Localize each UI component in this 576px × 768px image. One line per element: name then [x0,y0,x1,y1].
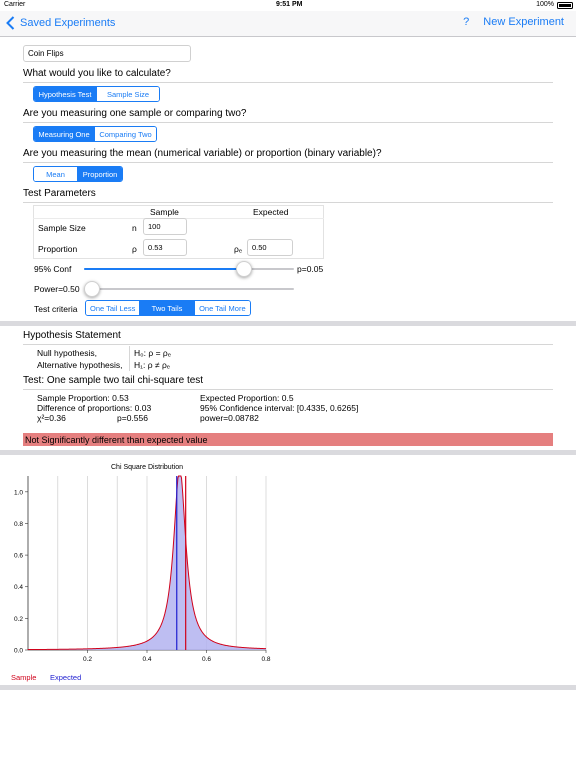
experiment-name-field[interactable]: Coin Flips [23,45,191,62]
n-symbol: n [132,223,137,233]
chi-square-result: χ²=0.36 [37,413,66,423]
y-tick-label: 0.2 [14,616,23,623]
back-button[interactable]: Saved Experiments [6,16,115,30]
power-result: power=0.08782 [200,413,259,423]
sample-size-segment[interactable]: Sample Size [97,87,159,101]
mean-proportion-segmented-control: Mean Proportion [33,166,123,182]
p-value-result: p=0.556 [117,413,148,423]
back-button-label: Saved Experiments [20,17,116,29]
x-tick-label: 0.8 [261,656,270,663]
slider-fill [84,268,244,270]
confidence-slider[interactable] [84,260,294,278]
expected-proportion-input[interactable]: 0.50 [247,239,293,256]
slider-thumb[interactable] [235,261,252,277]
one-tail-less-segment[interactable]: One Tail Less [86,301,141,315]
clock: 9:51 PM [276,1,303,8]
test-parameters-title: Test Parameters [23,188,96,199]
one-tail-more-segment[interactable]: One Tail More [194,301,250,315]
null-hypothesis-label: Null hypothesis, [37,348,98,358]
sample-proportion-input[interactable]: 0.53 [143,239,187,256]
y-tick-label: 0.0 [14,648,23,655]
power-label: Power=0.50 [34,284,80,294]
x-tick-label: 0.4 [142,656,151,663]
confidence-label: 95% Conf [34,264,72,274]
y-tick-label: 0.4 [14,584,23,591]
power-slider[interactable] [84,280,294,298]
status-bar: Carrier 9:51 PM 100% [0,0,576,11]
sample-size-label: Sample Size [38,223,86,233]
null-hypothesis-value: H₀: ρ = ρₑ [134,348,171,358]
rho-expected-symbol: ρₑ [234,244,242,254]
x-tick-label: 0.6 [202,656,211,663]
sample-proportion-result: Sample Proportion: 0.53 [37,393,129,403]
y-tick-label: 0.8 [14,521,23,528]
proportion-segment[interactable]: Proportion [78,167,122,181]
two-tails-segment[interactable]: Two Tails [140,301,195,315]
result-banner: Not Significantly different than expecte… [23,433,553,446]
expected-proportion-result: Expected Proportion: 0.5 [200,393,294,403]
chevron-left-icon [6,16,15,30]
comparing-two-segment[interactable]: Comparing Two [95,127,156,141]
test-criteria-segmented-control: One Tail Less Two Tails One Tail More [85,300,251,316]
rho-symbol: ρ [132,244,137,254]
new-experiment-button[interactable]: New Experiment [483,16,564,28]
battery-percent: 100% [536,1,554,8]
hypothesis-test-segment[interactable]: Hypothesis Test [34,87,97,101]
difference-result: Difference of proportions: 0.03 [37,403,152,413]
expected-column-header: Expected [253,207,289,217]
chart-title: Chi Square Distribution [111,464,183,471]
alternative-hypothesis-label: Alternative hypothesis, [37,360,123,370]
legend-sample: Sample [11,673,36,682]
p-value-label: p=0.05 [297,264,324,274]
mean-proportion-question: Are you measuring the mean (numerical va… [23,148,382,159]
carrier-label: Carrier [4,1,26,8]
help-button[interactable]: ? [463,16,469,28]
divider [129,346,130,371]
y-tick-label: 1.0 [14,489,23,496]
confidence-interval-result: 95% Confidence interval: [0.4335, 0.6265… [200,403,359,413]
divider [23,389,553,390]
proportion-label: Proportion [38,244,78,254]
divider [23,202,553,203]
hypothesis-title: Hypothesis Statement [23,330,121,341]
alternative-hypothesis-value: H₁: ρ ≠ ρₑ [134,360,170,370]
measuring-one-segment[interactable]: Measuring One [34,127,96,141]
calculate-segmented-control: Hypothesis Test Sample Size [33,86,160,102]
navigation-bar: Saved Experiments ? New Experiment [0,11,576,37]
chi-square-chart: Chi Square Distribution 0.0 0.2 0.4 0.6 0.8 1.… [11,464,271,682]
calculate-question: What would you like to calculate? [23,68,171,79]
mean-segment[interactable]: Mean [34,167,79,181]
sample-size-input[interactable]: 100 [143,218,187,235]
measuring-segmented-control: Measuring One Comparing Two [33,126,157,142]
section-separator [0,321,576,326]
slider-thumb[interactable] [84,281,100,297]
slider-track [84,288,294,290]
sample-column-header: Sample [150,207,179,217]
test-criteria-label: Test criteria [34,304,78,314]
measuring-question: Are you measuring one sample or comparin… [23,108,247,119]
x-tick-label: 0.2 [83,656,92,663]
legend-expected: Expected [50,673,81,682]
test-title: Test: One sample two tail chi-square tes… [23,375,204,386]
divider [23,122,553,123]
section-separator [0,450,576,455]
divider [23,162,553,163]
divider [23,344,553,345]
divider [23,82,553,83]
y-tick-label: 0.6 [14,553,23,560]
section-separator [0,685,576,690]
battery-icon [557,2,573,9]
